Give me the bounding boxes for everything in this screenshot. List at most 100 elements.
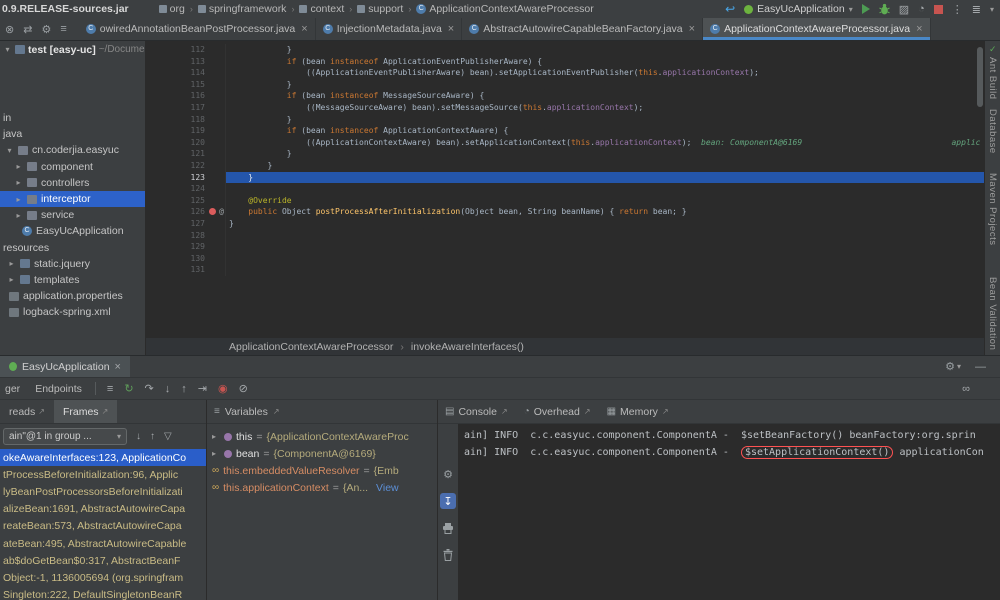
project-root[interactable]: ▾ test [easy-uc] ~/Documents [0, 41, 145, 58]
sync-icon[interactable]: ⇄ [23, 23, 32, 36]
scrollbar-thumb[interactable] [977, 47, 983, 107]
restore-layout-icon[interactable]: ≡ [107, 383, 113, 395]
filter-icon[interactable]: ▽ [164, 431, 172, 442]
variable-row[interactable]: ▸bean = {ComponentA@6169} [207, 445, 437, 462]
tree-item-logback-spring-xml[interactable]: logback-spring.xml [0, 304, 145, 320]
breadcrumb-item-springframework[interactable]: springframework [198, 3, 287, 15]
menu-icon[interactable]: ≡ [214, 406, 220, 417]
tool-button-bean-validation[interactable]: Bean Validation [987, 277, 998, 350]
debug-session-tab[interactable]: EasyUcApplication × [0, 356, 130, 377]
code-line-123[interactable]: 123 } [146, 172, 984, 184]
code-line-130[interactable]: 130 [146, 253, 984, 265]
code-line-119[interactable]: 119 if (bean instanceof ApplicationConte… [146, 125, 984, 137]
clear-console-icon[interactable] [440, 547, 456, 563]
close-icon[interactable]: × [689, 23, 695, 35]
tab-endpoints[interactable]: Endpoints [33, 383, 84, 395]
settings-icon[interactable]: ⚙ [440, 466, 456, 482]
tree-item-controllers[interactable]: ▸controllers [0, 175, 145, 191]
run-config-selector[interactable]: EasyUcApplication ▾ [744, 3, 853, 15]
variable-row[interactable]: ∞this.applicationContext = {An...View [207, 479, 437, 496]
stack-frame[interactable]: reateBean:573, AbstractAutowireCapa [0, 518, 206, 535]
stack-frame[interactable]: okeAwareInterfaces:123, ApplicationCo [0, 449, 206, 466]
print-icon[interactable] [440, 520, 456, 536]
editor-tab-owiredannotationbeanpostprocessor-java[interactable]: CowiredAnnotationBeanPostProcessor.java× [79, 18, 316, 40]
tree-item-service[interactable]: ▸service [0, 207, 145, 223]
breakpoint-icon[interactable] [209, 208, 216, 215]
variable-row[interactable]: ▸this = {ApplicationContextAwareProc [207, 428, 437, 445]
tool-button-ant-build[interactable]: Ant Build [987, 57, 998, 100]
tab-debugger[interactable]: ger [3, 383, 22, 395]
stack-frame[interactable]: alizeBean:1691, AbstractAutowireCapa [0, 501, 206, 518]
close-icon[interactable]: × [916, 23, 922, 35]
close-icon[interactable]: × [301, 23, 307, 35]
debug-settings[interactable]: ⚙ ▾ [945, 360, 961, 373]
view-link[interactable]: View [376, 482, 399, 494]
step-into-icon[interactable]: ↓ [165, 383, 171, 395]
tab-threads[interactable]: reads↗ [0, 400, 54, 423]
tree-item-in[interactable]: in [0, 110, 145, 126]
code-line-118[interactable]: 118 } [146, 114, 984, 126]
tree-item-component[interactable]: ▸component [0, 159, 145, 175]
breadcrumb-item-context[interactable]: context [299, 3, 344, 15]
tab-console[interactable]: ▤Console↗ [445, 406, 508, 418]
editor-tab-applicationcontextawareprocessor-java[interactable]: CApplicationContextAwareProcessor.java× [703, 18, 930, 40]
stop-button[interactable] [934, 5, 943, 14]
hide-window-icon[interactable]: ⊗ [5, 23, 14, 36]
settings-icon[interactable]: ⚙ [41, 23, 51, 36]
stack-frame[interactable]: ab$doGetBean$0:317, AbstractBeanF [0, 552, 206, 569]
code-line-112[interactable]: 112 } [146, 44, 984, 56]
code-line-126[interactable]: 126@ public Object postProcessAfterIniti… [146, 206, 984, 218]
tree-item-easyucapplication[interactable]: CEasyUcApplication [0, 223, 145, 239]
code-editor[interactable]: 112 }113 if (bean instanceof Application… [146, 41, 984, 355]
tree-item-static-jquery[interactable]: ▸static.jquery [0, 256, 145, 272]
more-icon[interactable]: ⋮ [952, 3, 963, 16]
debug-button[interactable] [879, 3, 890, 15]
tree-item-cn-coderjia-easyuc[interactable]: ▾cn.coderjia.easyuc [0, 142, 145, 158]
tab-overhead[interactable]: ◔Overhead↗ [524, 406, 591, 418]
infinity-icon[interactable]: ∞ [962, 383, 970, 395]
code-line-129[interactable]: 129 [146, 241, 984, 253]
run-button[interactable] [862, 4, 870, 14]
tree-item-interceptor[interactable]: ▸interceptor [0, 191, 145, 207]
tool-button-maven-projects[interactable]: Maven Projects [987, 173, 998, 245]
tool-windows-icon[interactable]: ≣ [972, 3, 981, 16]
back-icon[interactable]: ↩ [725, 2, 735, 16]
code-line-114[interactable]: 114 ((ApplicationEventPublisherAware) be… [146, 67, 984, 79]
stack-frame[interactable]: lyBeanPostProcessorsBeforeInitializati [0, 483, 206, 500]
editor-tab-abstractautowirecapablebeanfactory-java[interactable]: CAbstractAutowireCapableBeanFactory.java… [462, 18, 703, 40]
breadcrumb-method[interactable]: invokeAwareInterfaces() [411, 341, 524, 353]
code-line-117[interactable]: 117 ((MessageSourceAware) bean).setMessa… [146, 102, 984, 114]
code-line-113[interactable]: 113 if (bean instanceof ApplicationEvent… [146, 56, 984, 68]
console-output[interactable]: ain] INFO c.c.easyuc.component.Component… [459, 424, 1000, 600]
stack-frame[interactable]: Singleton:222, DefaultSingletonBeanR [0, 587, 206, 600]
tab-memory[interactable]: ▦Memory↗ [607, 406, 669, 418]
close-icon[interactable]: × [115, 361, 121, 373]
stack-frame[interactable]: ateBean:495, AbstractAutowireCapable [0, 535, 206, 552]
view-breakpoints-icon[interactable]: ◉ [218, 382, 228, 395]
code-line-115[interactable]: 115 } [146, 79, 984, 91]
tool-button-database[interactable]: Database [987, 109, 998, 154]
tree-item-java[interactable]: java [0, 126, 145, 142]
editor-scrollbar[interactable] [977, 43, 983, 333]
tree-item-templates[interactable]: ▸templates [0, 272, 145, 288]
code-line-121[interactable]: 121 } [146, 148, 984, 160]
tree-item-application-properties[interactable]: application.properties [0, 288, 145, 304]
stack-frame[interactable]: tProcessBeforeInitialization:96, Applic [0, 466, 206, 483]
coverage-icon[interactable]: ▨ [899, 3, 909, 16]
mute-breakpoints-icon[interactable]: ⊘ [239, 382, 248, 395]
code-line-128[interactable]: 128 [146, 230, 984, 242]
breadcrumb-item-applicationcontextawareprocessor[interactable]: CApplicationContextAwareProcessor [416, 3, 593, 15]
breadcrumb-item-org[interactable]: org [159, 3, 185, 15]
menu-icon[interactable]: ≡ [60, 23, 66, 35]
tree-item-resources[interactable]: resources [0, 240, 145, 256]
code-line-120[interactable]: 120 ((ApplicationContextAware) bean).set… [146, 137, 984, 149]
code-line-116[interactable]: 116 if (bean instanceof MessageSourceAwa… [146, 90, 984, 102]
chevron-down-icon[interactable]: ▾ [990, 5, 994, 14]
stack-frame[interactable]: Object:-1, 1136005694 (org.springfram [0, 569, 206, 586]
editor-tab-injectionmetadata-java[interactable]: CInjectionMetadata.java× [316, 18, 463, 40]
code-line-127[interactable]: 127} [146, 218, 984, 230]
thread-selector[interactable]: ain"@1 in group ... ▾ [3, 428, 127, 445]
rerun-icon[interactable]: ↻ [124, 382, 133, 395]
tab-frames[interactable]: Frames↗ [54, 400, 117, 423]
code-line-122[interactable]: 122 } [146, 160, 984, 172]
